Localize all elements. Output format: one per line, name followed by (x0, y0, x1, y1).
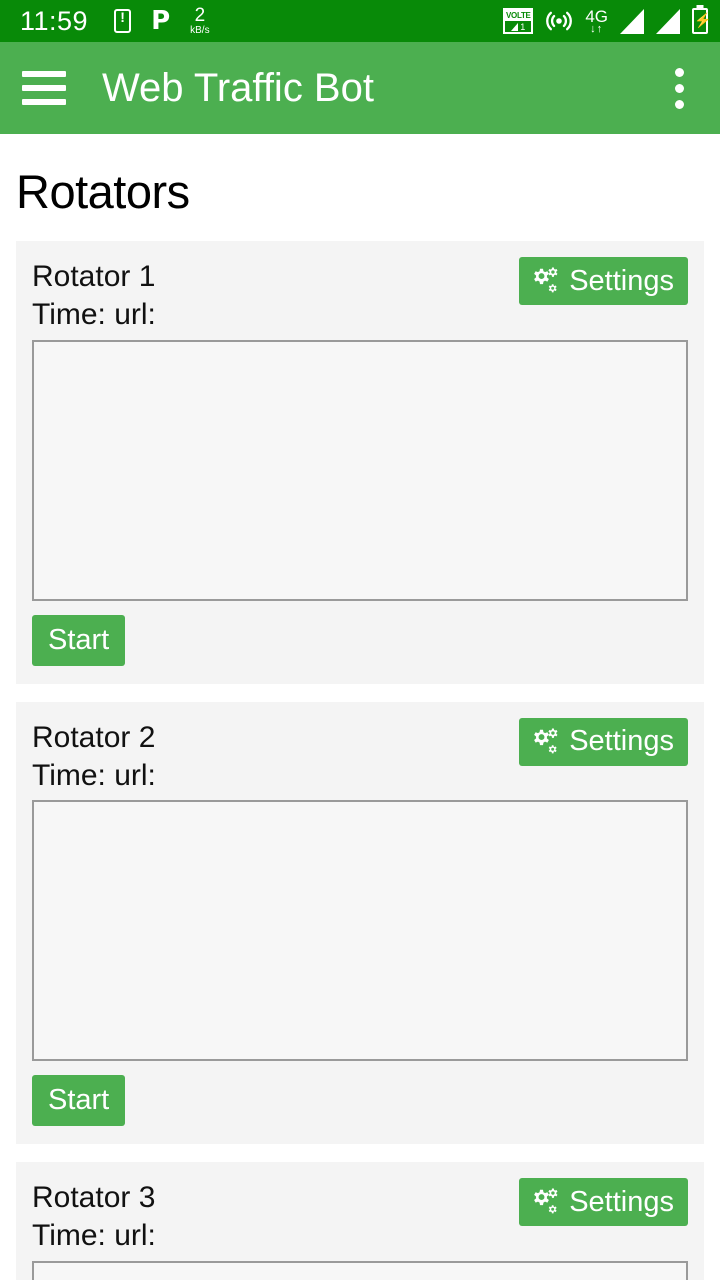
gears-icon (534, 728, 558, 753)
status-bar-right-icons: VOLTE 1 4G ↓↑ ⚡ (503, 7, 712, 35)
settings-button-label: Settings (569, 725, 674, 757)
battery-bolt-icon: ⚡ (694, 12, 712, 28)
rotator-card: Rotator 1 Time: url: Settings Start (16, 241, 704, 684)
rotator-time-url-label: Time: url: (32, 298, 156, 331)
gears-icon (534, 1188, 558, 1214)
rotator-card-header: Rotator 2 Time: url: Settings (32, 717, 688, 795)
data-speed-value: 2 (194, 5, 206, 26)
volte-icon: VOLTE 1 (503, 8, 534, 34)
network-type-label: 4G (585, 6, 608, 26)
network-type-icon: 4G ↓↑ (585, 8, 608, 35)
overflow-menu-icon[interactable] (660, 67, 698, 109)
settings-button[interactable]: Settings (519, 1178, 688, 1226)
rotator-time-url-label: Time: url: (32, 1219, 156, 1252)
hotspot-icon (546, 11, 573, 31)
rotator-card-labels: Rotator 1 Time: url: (32, 257, 156, 334)
signal-strength-sim1-icon (620, 8, 644, 34)
start-button[interactable]: Start (32, 1075, 126, 1126)
rotator-card: Rotator 3 Time: url: Settings Start (16, 1162, 704, 1280)
gears-icon (534, 267, 558, 293)
rotator-card-labels: Rotator 3 Time: url: (32, 1178, 156, 1255)
rotator-time-url-label: Time: url: (32, 758, 156, 792)
volte-sim-number: 1 (520, 21, 526, 32)
rotator-url-textarea[interactable] (32, 1260, 688, 1280)
volte-sim-indicator: 1 (505, 21, 531, 32)
volte-signal-triangle-icon (511, 22, 519, 31)
overflow-dot (674, 83, 684, 93)
battery-charging-icon: ⚡ (692, 8, 712, 34)
rotator-card-header: Rotator 3 Time: url: Settings (32, 1178, 688, 1255)
hamburger-bar (22, 99, 66, 105)
p-app-icon: P (151, 6, 171, 36)
overflow-dot (674, 67, 684, 77)
rotator-url-textarea[interactable] (32, 339, 688, 601)
status-clock: 11:59 (20, 5, 89, 36)
rotator-card: Rotator 2 Time: url: Settings Start (16, 701, 704, 1144)
page-title: Rotators (16, 165, 190, 218)
app-title: Web Traffic Bot (102, 65, 374, 110)
data-transfer-arrows-icon: ↓↑ (590, 22, 604, 35)
settings-button[interactable]: Settings (519, 257, 688, 305)
signal-strength-sim2-icon (656, 8, 680, 34)
settings-button-label: Settings (569, 264, 674, 297)
rotator-name: Rotator 1 (32, 260, 156, 293)
settings-button[interactable]: Settings (519, 717, 688, 766)
sim-card-alert-icon (114, 8, 132, 33)
rotator-url-textarea[interactable] (32, 800, 688, 1061)
settings-button-label: Settings (569, 1185, 674, 1218)
hamburger-bar (22, 71, 66, 77)
overflow-dot (674, 99, 684, 109)
status-bar-left-icons: P 2 kB/s (114, 6, 210, 36)
data-speed-unit: kB/s (190, 25, 210, 36)
rotator-name: Rotator 3 (32, 1181, 156, 1214)
app-bar: Web Traffic Bot (0, 42, 720, 134)
status-bar: 11:59 P 2 kB/s VOLTE 1 4G ↓↑ (0, 0, 720, 42)
data-speed-icon: 2 kB/s (190, 6, 209, 36)
volte-label: VOLTE (505, 10, 532, 21)
rotator-card-header: Rotator 1 Time: url: Settings (32, 257, 688, 334)
hamburger-bar (22, 85, 66, 91)
hamburger-menu-icon[interactable] (22, 71, 66, 105)
rotator-card-labels: Rotator 2 Time: url: (32, 718, 156, 795)
rotator-name: Rotator 2 (32, 720, 156, 754)
start-button[interactable]: Start (32, 614, 126, 666)
rotator-list: Rotator 1 Time: url: Settings Start Rota… (0, 241, 720, 1280)
